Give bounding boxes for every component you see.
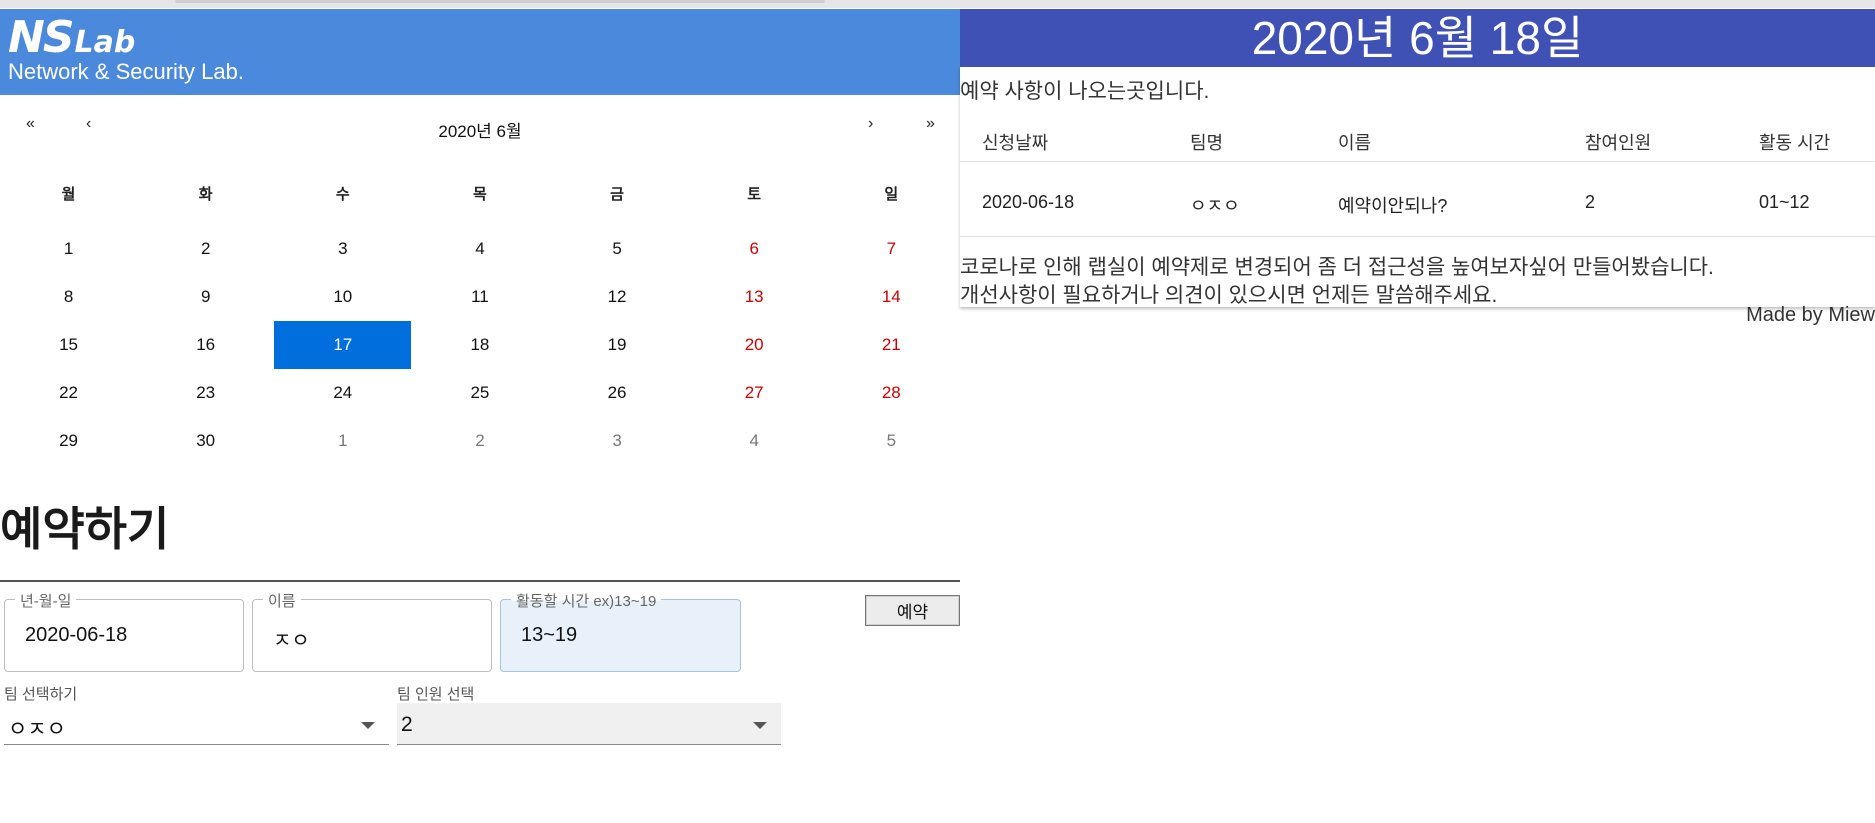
column-header: 참여인원 (1585, 133, 1652, 153)
calendar-week: 22 23 24 25 26 27 28 (0, 369, 960, 417)
logo-header: NSLab Network & Security Lab. (0, 9, 960, 95)
dropdown-caret-icon (753, 722, 767, 729)
weekday-sat: 토 (747, 186, 762, 203)
members-select[interactable]: 2 (397, 703, 781, 745)
calendar-day[interactable]: 10 (274, 273, 411, 321)
calendar-day[interactable]: 19 (549, 321, 686, 369)
table-cell: 예약이안되나? (1338, 196, 1448, 216)
activity-time-field-label: 활동할 시간 ex)13~19 (511, 590, 662, 611)
calendar-day-next-month[interactable]: 1 (274, 417, 411, 465)
calendar-day-weekend[interactable]: 13 (686, 273, 823, 321)
calendar-day[interactable]: 15 (0, 321, 137, 369)
table-cell: 2020-06-18 (982, 192, 1075, 212)
weekday-fri: 금 (610, 186, 624, 203)
calendar-day-weekend[interactable]: 14 (823, 273, 960, 321)
calendar-day-next-month[interactable]: 3 (549, 417, 686, 465)
selected-date-header: 2020년 6월 18일 (960, 9, 1875, 67)
calendar-day[interactable]: 11 (411, 273, 548, 321)
calendar-day[interactable]: 30 (137, 417, 274, 465)
calendar-day[interactable]: 25 (411, 369, 548, 417)
team-select-label: 팀 선택하기 (4, 686, 78, 703)
calendar-week: 1 2 3 4 5 6 7 (0, 225, 960, 273)
calendar-week: 8 9 10 11 12 13 14 (0, 273, 960, 321)
name-field-value[interactable]: ㅈㅇ (273, 624, 310, 653)
calendar-day[interactable]: 22 (0, 369, 137, 417)
calendar-day[interactable]: 29 (0, 417, 137, 465)
browser-top-strip (0, 0, 1875, 8)
table-header: 신청날짜 팀명 이름 참여인원 활동 시간 (960, 117, 1875, 162)
next-year-button[interactable]: » (926, 115, 935, 133)
weekday-wed: 수 (335, 186, 350, 203)
weekday-thu: 목 (473, 186, 487, 203)
calendar-day[interactable]: 24 (274, 369, 411, 417)
calendar-month-title[interactable]: 2020년 6월 (0, 117, 960, 142)
activity-time-field-value[interactable]: 13~19 (521, 624, 577, 647)
table-cell: 01~12 (1759, 192, 1810, 212)
section-divider (0, 580, 960, 582)
reservation-heading: 예약하기 (0, 502, 170, 556)
calendar-day-next-month[interactable]: 2 (411, 417, 548, 465)
table-row[interactable]: 2020-06-18 ㅇㅈㅇ 예약이안되나? 2 01~12 (960, 162, 1875, 237)
calendar-day-next-month[interactable]: 5 (823, 417, 960, 465)
weekday-tue: 화 (198, 186, 213, 203)
horizontal-scrollbar[interactable] (175, 0, 825, 3)
reservation-list-panel: 예약 사항이 나오는곳입니다. 신청날짜 팀명 이름 참여인원 활동 시간 20… (960, 67, 1875, 307)
calendar-day-weekend[interactable]: 21 (823, 321, 960, 369)
calendar-week: 15 16 17 18 19 20 21 (0, 321, 960, 369)
name-field[interactable]: 이름 ㅈㅇ (252, 590, 492, 672)
calendar-navigation: « ‹ 2020년 6월 › » (0, 109, 960, 149)
weekday-mon: 월 (61, 186, 76, 203)
table-cell: ㅇㅈㅇ (1190, 196, 1240, 216)
reserve-button[interactable]: 예약 (865, 595, 960, 626)
column-header: 신청날짜 (982, 133, 1049, 153)
column-header: 활동 시간 (1759, 133, 1831, 153)
calendar-day-weekend[interactable]: 7 (823, 225, 960, 273)
logo-subtitle: Network & Security Lab. (8, 59, 244, 84)
calendar-day[interactable]: 12 (549, 273, 686, 321)
calendar-day-next-month[interactable]: 4 (686, 417, 823, 465)
table-cell: 2 (1585, 192, 1596, 212)
calendar-grid: 1 2 3 4 5 6 7 8 9 10 11 12 13 14 15 16 1… (0, 225, 960, 465)
left-pane: NSLab Network & Security Lab. « ‹ 2020년 … (0, 9, 960, 823)
date-field-label: 년-월-일 (15, 590, 77, 611)
calendar-day[interactable]: 23 (137, 369, 274, 417)
made-by-credit: Made by Miew (1746, 304, 1875, 326)
calendar-day-weekend[interactable]: 27 (686, 369, 823, 417)
calendar-day-weekend[interactable]: 20 (686, 321, 823, 369)
calendar-week: 29 30 1 2 3 4 5 (0, 417, 960, 465)
activity-time-field[interactable]: 활동할 시간 ex)13~19 13~19 (500, 590, 741, 672)
weekday-sun: 일 (884, 186, 899, 203)
logo-mark-suffix: Lab (74, 25, 136, 60)
calendar-day[interactable]: 18 (411, 321, 548, 369)
calendar-day[interactable]: 8 (0, 273, 137, 321)
calendar-day[interactable]: 1 (0, 225, 137, 273)
reservation-list-subtitle: 예약 사항이 나오는곳입니다. (960, 80, 1210, 103)
team-select[interactable]: ㅇㅈㅇ (4, 703, 389, 745)
date-field[interactable]: 년-월-일 2020-06-18 (4, 590, 244, 672)
calendar-day-weekend[interactable]: 6 (686, 225, 823, 273)
calendar-day[interactable]: 26 (549, 369, 686, 417)
calendar-day[interactable]: 16 (137, 321, 274, 369)
notice-line-1: 코로나로 인해 랩실이 예약제로 변경되어 좀 더 접근성을 높여보자싶어 만들… (960, 256, 1714, 279)
calendar-day[interactable]: 2 (137, 225, 274, 273)
calendar-day[interactable]: 5 (549, 225, 686, 273)
name-field-label: 이름 (263, 590, 301, 611)
calendar-day-selected[interactable]: 17 (274, 321, 412, 369)
next-month-button[interactable]: › (868, 115, 873, 133)
team-select-value: ㅇㅈㅇ (8, 718, 66, 741)
calendar-day-weekend[interactable]: 28 (823, 369, 960, 417)
calendar-day[interactable]: 9 (137, 273, 274, 321)
weekday-header: 월 화 수 목 금 토 일 (0, 183, 960, 211)
members-select-label: 팀 인원 선택 (397, 686, 475, 703)
column-header: 팀명 (1190, 133, 1224, 153)
members-select-value: 2 (401, 713, 413, 736)
right-pane: 2020년 6월 18일 예약 사항이 나오는곳입니다. 신청날짜 팀명 이름 … (960, 9, 1875, 823)
dropdown-caret-icon (361, 722, 375, 729)
notice-line-2: 개선사항이 필요하거나 의견이 있으시면 언제든 말씀해주세요. (960, 284, 1498, 307)
logo-mark-text: NS (8, 12, 75, 63)
calendar-day[interactable]: 4 (411, 225, 548, 273)
calendar-day[interactable]: 3 (274, 225, 411, 273)
column-header: 이름 (1338, 133, 1372, 153)
date-field-value[interactable]: 2020-06-18 (25, 624, 127, 647)
